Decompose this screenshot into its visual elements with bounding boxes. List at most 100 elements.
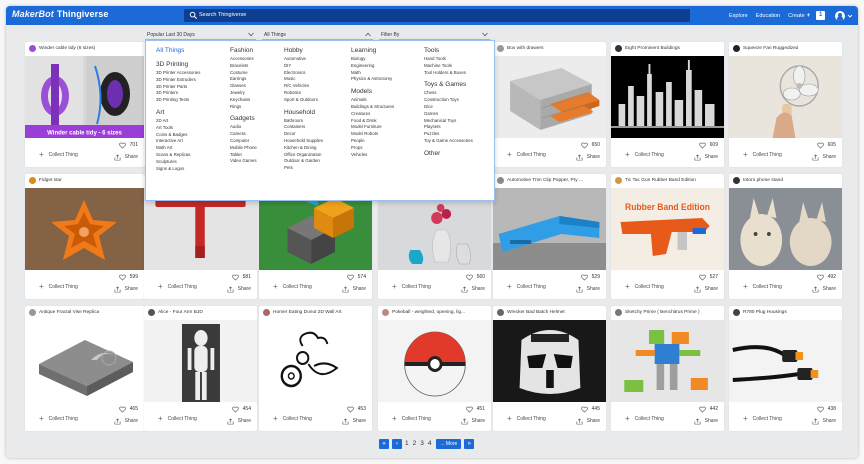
page-4-link[interactable]: 4 xyxy=(428,439,432,449)
subcategory-item[interactable]: Household Supplies xyxy=(284,138,323,145)
creator-avatar[interactable] xyxy=(29,45,36,52)
subcategory-item[interactable]: Playsets xyxy=(424,124,473,131)
category-heading[interactable]: Fashion xyxy=(230,47,257,54)
thing-thumbnail[interactable] xyxy=(729,188,842,270)
thing-title[interactable]: Pokeball - weighted, opening, lig... xyxy=(392,309,465,316)
collect-thing-button[interactable]: + Collect Thing xyxy=(273,414,312,423)
collect-thing-button[interactable]: + Collect Thing xyxy=(625,282,664,291)
thing-title[interactable]: Squeeze Fan Ruggedized xyxy=(743,45,798,52)
creator-avatar[interactable] xyxy=(497,309,504,316)
thing-card[interactable]: Tic Tac Gun Rubber Band Edition Rubber Ba… xyxy=(611,174,724,299)
like-button[interactable]: 465 xyxy=(118,405,138,413)
creator-avatar[interactable] xyxy=(733,309,740,316)
logo[interactable]: MakerBot Thingiverse xyxy=(12,9,108,19)
like-button[interactable]: 438 xyxy=(816,405,836,413)
thing-card[interactable]: Homer Eating Donut 2D Wall Art 453 + Collec… xyxy=(259,306,372,431)
collect-thing-button[interactable]: + Collect Thing xyxy=(39,150,78,159)
share-button[interactable]: Share xyxy=(694,417,718,425)
like-button[interactable]: 599 xyxy=(118,273,138,281)
subcategory-item[interactable]: Outdoor & Garden xyxy=(284,158,323,165)
subcategory-item[interactable]: Keychains xyxy=(230,97,257,104)
share-button[interactable]: Share xyxy=(694,153,718,161)
subcategory-item[interactable]: Rings xyxy=(230,104,257,111)
nav-explore[interactable]: Explore xyxy=(729,13,748,19)
subcategory-item[interactable]: Dice xyxy=(424,104,473,111)
subcategory-item[interactable]: Math Art xyxy=(156,145,200,152)
subcategory-item[interactable]: Camera xyxy=(230,131,257,138)
like-button[interactable]: 574 xyxy=(346,273,366,281)
subcategory-item[interactable]: Computer xyxy=(230,138,257,145)
subcategory-item[interactable]: Automotive xyxy=(284,56,323,63)
thing-thumbnail[interactable]: Rubber Band Edition xyxy=(611,188,724,270)
thing-card[interactable]: Winder cable tidy (6 sizes) Winder cable… xyxy=(25,42,144,167)
like-button[interactable]: 650 xyxy=(580,141,600,149)
collect-thing-button[interactable]: + Collect Thing xyxy=(507,414,546,423)
thing-thumbnail[interactable] xyxy=(729,56,842,138)
subcategory-item[interactable]: Audio xyxy=(230,124,257,131)
share-button[interactable]: Share xyxy=(576,285,600,293)
share-button[interactable]: Share xyxy=(576,417,600,425)
subcategory-item[interactable]: Electronics xyxy=(284,70,323,77)
collect-thing-button[interactable]: + Collect Thing xyxy=(507,150,546,159)
thing-card[interactable]: Antique Fractal Vise Replica 465 + Collect … xyxy=(25,306,144,431)
subcategory-item[interactable]: Physics & Astronomy xyxy=(351,76,394,83)
nav-education[interactable]: Education xyxy=(756,13,780,19)
category-filter-select[interactable]: All Things xyxy=(262,30,373,40)
thing-card[interactable]: Eight Prominent Buildings 609 + Collect Thi… xyxy=(611,42,724,167)
collect-thing-button[interactable]: + Collect Thing xyxy=(625,150,664,159)
category-heading[interactable]: 3D Printing xyxy=(156,61,200,68)
thing-card[interactable]: Fidget star 599 + Collect Thing Share xyxy=(25,174,144,299)
thing-title[interactable]: Winder cable tidy (6 sizes) xyxy=(39,45,95,52)
thing-thumbnail[interactable] xyxy=(493,56,606,138)
subcategory-item[interactable]: Animals xyxy=(351,97,394,104)
thing-card[interactable]: R780 Plug Housings 438 + Collect Thing Share xyxy=(729,306,842,431)
thing-title[interactable]: Eight Prominent Buildings xyxy=(625,45,680,52)
subcategory-item[interactable]: Creatures xyxy=(351,111,394,118)
thing-thumbnail[interactable] xyxy=(259,320,372,402)
share-button[interactable]: Share xyxy=(114,417,138,425)
creator-avatar[interactable] xyxy=(733,177,740,184)
share-button[interactable]: Share xyxy=(461,417,485,425)
like-button[interactable]: 442 xyxy=(698,405,718,413)
thing-card[interactable]: Alice - Four Arm BJD 454 + Collect Thing Sha… xyxy=(144,306,257,431)
subcategory-item[interactable]: Bathroom xyxy=(284,118,323,125)
thing-thumbnail[interactable] xyxy=(493,188,606,270)
thing-thumbnail[interactable] xyxy=(611,320,724,402)
notification-badge[interactable]: 1 xyxy=(816,11,826,20)
category-heading[interactable]: Tools xyxy=(424,47,473,54)
page-1-link[interactable]: 1 xyxy=(405,439,409,449)
collect-thing-button[interactable]: + Collect Thing xyxy=(158,282,197,291)
category-heading[interactable]: Hobby xyxy=(284,47,323,54)
like-button[interactable]: 527 xyxy=(698,273,718,281)
collect-thing-button[interactable]: + Collect Thing xyxy=(273,282,312,291)
thing-thumbnail[interactable] xyxy=(25,320,144,402)
subcategory-item[interactable]: Costume xyxy=(230,70,257,77)
subcategory-item[interactable]: Jewelry xyxy=(230,90,257,97)
thing-title[interactable]: totoro phone stand xyxy=(743,177,783,184)
search-input[interactable]: Search Thingiverse xyxy=(184,9,690,22)
prev-page-button[interactable]: ‹ xyxy=(392,439,402,449)
subcategory-item[interactable]: Video Games xyxy=(230,158,257,165)
thing-card[interactable]: Automotive Trim Clip Popper, Pry ... 529 +… xyxy=(493,174,606,299)
subcategory-item[interactable]: Buildings & Structures xyxy=(351,104,394,111)
subcategory-item[interactable]: Props xyxy=(351,145,394,152)
share-button[interactable]: Share xyxy=(812,285,836,293)
subcategory-item[interactable]: Biology xyxy=(351,56,394,63)
thing-title[interactable]: Homer Eating Donut 2D Wall Art xyxy=(273,309,342,316)
category-heading[interactable]: Models xyxy=(351,88,394,95)
last-page-button[interactable]: » xyxy=(464,439,475,449)
subcategory-item[interactable]: Sport & Outdoors xyxy=(284,97,323,104)
subcategory-item[interactable]: Interactive Art xyxy=(156,138,200,145)
subcategory-item[interactable]: Office Organization xyxy=(284,152,323,159)
subcategory-item[interactable]: Construction Toys xyxy=(424,97,473,104)
user-avatar[interactable] xyxy=(835,10,846,21)
thing-thumbnail[interactable] xyxy=(25,188,144,270)
thing-card[interactable]: totoro phone stand 492 + Collect Thing Share xyxy=(729,174,842,299)
category-heading[interactable]: Art xyxy=(156,109,200,116)
subcategory-item[interactable]: Glasses xyxy=(230,83,257,90)
subcategory-item[interactable]: 3D Printer Parts xyxy=(156,84,200,91)
page-3-link[interactable]: 3 xyxy=(420,439,424,449)
like-button[interactable]: 454 xyxy=(231,405,251,413)
subcategory-item[interactable]: Sculptures xyxy=(156,159,200,166)
filter-by-select[interactable]: Filter By xyxy=(379,30,490,40)
